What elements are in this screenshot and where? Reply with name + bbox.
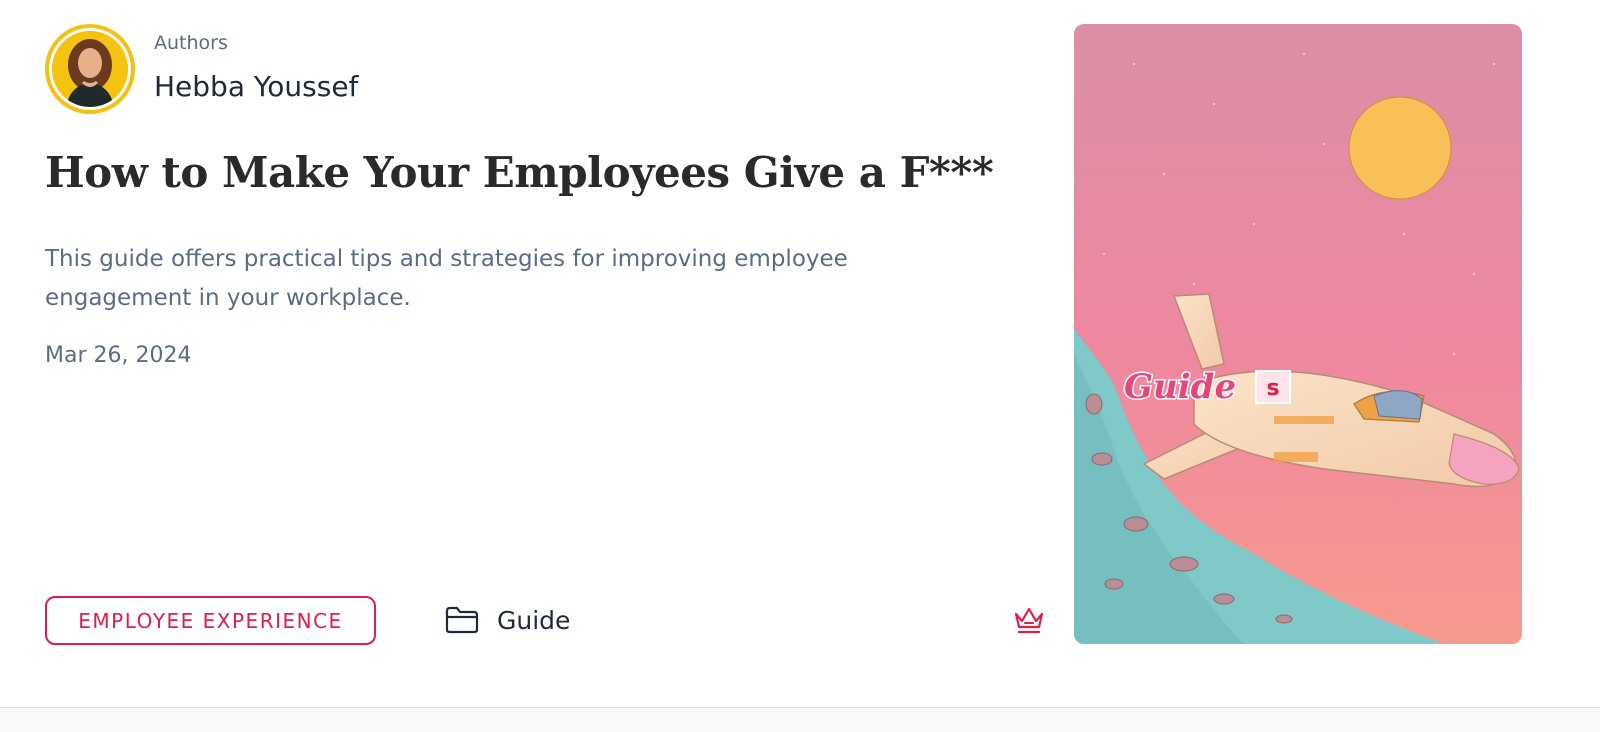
cover-label: Guide [1124,367,1236,407]
author-name[interactable]: Hebba Youssef [154,70,358,103]
category-label: Guide [497,605,571,635]
article-title[interactable]: How to Make Your Employees Give a F*** [45,148,1005,197]
topic-tag-button[interactable]: EMPLOYEE EXPERIENCE [45,596,376,645]
author-photo [52,31,128,107]
article-description: This guide offers practical tips and str… [45,246,848,311]
cover-badge: s [1266,376,1279,401]
publish-date: Mar 26, 2024 [45,343,192,368]
crown-icon[interactable] [1012,604,1046,636]
next-section-edge [0,708,1600,732]
author-avatar[interactable] [45,24,135,114]
category-link[interactable]: Guide [445,602,570,638]
authors-heading: Authors [154,32,228,54]
cover-image[interactable]: Guide s [1074,24,1522,644]
folder-icon [445,606,479,634]
article-card[interactable]: Authors Hebba Youssef How to Make Your E… [0,0,1600,708]
